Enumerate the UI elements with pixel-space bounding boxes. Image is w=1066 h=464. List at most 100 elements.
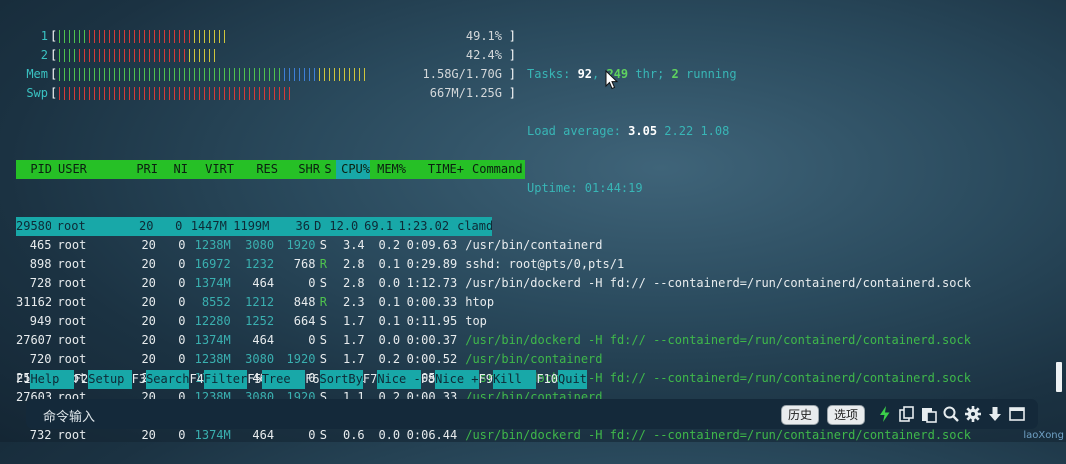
table-row[interactable]: 31162 root 20 0 8552 1212 848 R 2.3 0.1 0:00.33 hto… — [16, 293, 1056, 312]
meters-panel: 1[49.1%] 2[42.4%] Mem[1.58G/1.70G] Swp[667M… — [16, 27, 516, 103]
fkey-key: F6 — [305, 372, 320, 386]
col-shr[interactable]: SHR — [278, 160, 320, 179]
window-icon[interactable] — [1008, 405, 1026, 423]
cell-state: D — [314, 219, 322, 233]
cell-cpu: 12.0 — [329, 219, 359, 233]
cell-pri: 20 — [141, 352, 156, 366]
cell-pid: 27607 — [16, 333, 52, 347]
table-row[interactable]: 465 root 20 0 1238M 3080 1920 S 3.4 0.2 0:09.63/us… — [16, 236, 1056, 255]
meter-bar — [59, 68, 369, 81]
cell-time: 0:29.89 — [406, 257, 458, 271]
cell-time: 0:09.63 — [406, 238, 458, 252]
cell-res: 464 — [252, 276, 275, 290]
cell-res: 1252 — [245, 314, 275, 328]
meter-label: 1 — [40, 29, 48, 43]
col-pid[interactable]: PID — [16, 160, 52, 179]
table-row[interactable]: 949 root 20 0 12280 1252 664 S 1.7 0.1 0:11.95 top — [16, 312, 1056, 331]
table-row[interactable]: 27607 root 20 0 1374M 464 0 S 1.7 0.0 0:00.37/usr/… — [16, 331, 1056, 350]
cell-user: root — [57, 314, 87, 328]
cell-state: S — [319, 352, 327, 366]
cell-user: root — [57, 333, 87, 347]
cell-pri: 20 — [141, 295, 156, 309]
meter-label: Mem — [26, 67, 48, 81]
cell-command: clamd — [457, 219, 492, 233]
options-button[interactable]: 选项 — [827, 405, 866, 425]
fkey-f5[interactable]: F5 Tree — [247, 370, 306, 389]
fkey-f3[interactable]: F3 Search — [132, 370, 190, 389]
meter-label: Swp — [26, 86, 48, 100]
download-icon[interactable] — [986, 405, 1004, 423]
col-time[interactable]: TIME+ — [406, 160, 464, 179]
fkey-f9[interactable]: F9 Kill — [479, 370, 537, 389]
cell-user: root — [57, 276, 87, 290]
fkey-f2[interactable]: F2 Setup — [74, 370, 132, 389]
cell-mem: 0.1 — [378, 314, 401, 328]
table-row[interactable]: 728 root 20 0 1374M 464 0 S 2.8 0.0 1:12.73/usr/bi… — [16, 274, 1056, 293]
col-res[interactable]: RES — [234, 160, 278, 179]
cell-user: root — [56, 219, 86, 233]
cell-command: top — [465, 314, 487, 328]
table-row[interactable]: 720 root 20 0 1238M 3080 1920 S 1.7 0.2 0:00.52/us… — [16, 350, 1056, 369]
cell-virt: 16972 — [194, 257, 231, 271]
col-ni[interactable]: NI — [158, 160, 188, 179]
command-input[interactable]: 命令输入 — [43, 406, 95, 425]
meter-3: Mem[1.58G/1.70G] — [16, 65, 516, 84]
cell-mem: 69.1 — [364, 219, 394, 233]
cell-virt: 1374M — [194, 276, 231, 290]
table-row[interactable]: 29580 root 20 0 1447M 1199M 36 D 12.0 69.1 1:23.02… — [16, 217, 492, 236]
fkey-f1[interactable]: F1 Help — [16, 370, 74, 389]
fkey-label: Help — [30, 370, 74, 389]
col-cpu[interactable]: CPU% — [336, 160, 370, 179]
cell-cpu: 3.4 — [342, 238, 365, 252]
fkey-key: F3 — [131, 372, 147, 386]
col-state[interactable]: S — [320, 160, 336, 179]
cell-res: 1232 — [245, 257, 275, 271]
col-command[interactable]: Command — [464, 160, 525, 179]
cell-virt: 1374M — [194, 333, 231, 347]
fkey-f8[interactable]: F8 Nice + — [421, 370, 479, 389]
meter-segment — [214, 49, 219, 62]
fkey-f10[interactable]: F10 Quit — [536, 370, 587, 389]
col-pri[interactable]: PRI — [130, 160, 158, 179]
col-user[interactable]: USER — [52, 160, 130, 179]
search-icon[interactable] — [942, 405, 960, 423]
gear-icon[interactable] — [964, 405, 982, 423]
fkey-key: F7 — [362, 372, 378, 386]
meter-bar — [59, 87, 294, 100]
cell-mem: 0.2 — [378, 352, 401, 366]
meter-bracket-close: ] — [508, 48, 516, 62]
cell-mem: 0.1 — [378, 257, 401, 271]
cell-virt: 12280 — [194, 314, 231, 328]
fkey-f7[interactable]: F7 Nice - — [363, 370, 421, 389]
meter-bar — [59, 49, 219, 62]
paste-icon[interactable] — [920, 405, 938, 423]
meter-label: 2 — [40, 48, 48, 62]
cell-time: 1:23.02 — [398, 219, 450, 233]
lightning-icon[interactable] — [876, 405, 894, 423]
fkey-f4[interactable]: F4 Filter — [189, 370, 248, 389]
copy-icon[interactable] — [898, 405, 916, 423]
col-mem[interactable]: MEM% — [370, 160, 406, 179]
fkey-label: Filter — [203, 370, 248, 389]
scrollbar-thumb[interactable] — [1056, 362, 1062, 392]
table-header[interactable]: PID USER PRI NI VIRT RES SHR S CPU% MEM%… — [16, 160, 1056, 179]
cell-virt: 1238M — [194, 238, 231, 252]
cell-user: root — [57, 257, 87, 271]
cell-virt: 1238M — [194, 352, 231, 366]
cell-ni: 0 — [175, 219, 183, 233]
table-row[interactable]: 898 root 20 0 16972 1232 768 R 2.8 0.1 0:29.89 sshd… — [16, 255, 1056, 274]
cell-ni: 0 — [178, 257, 186, 271]
fkey-key: F2 — [73, 372, 89, 386]
cell-command: sshd: root@pts/0,pts/1 — [465, 257, 625, 271]
fkey-label: Tree — [261, 370, 306, 389]
fkey-label: Setup — [88, 370, 132, 389]
cell-time: 1:12.73 — [406, 276, 458, 290]
cell-mem: 0.2 — [378, 238, 401, 252]
fkey-key: F10 — [536, 372, 558, 386]
fkey-f6[interactable]: F6 SortBy — [305, 370, 363, 389]
cell-shr: 0 — [308, 276, 316, 290]
cell-state: R — [319, 295, 327, 309]
col-virt[interactable]: VIRT — [188, 160, 234, 179]
cell-cpu: 2.8 — [342, 276, 365, 290]
history-button[interactable]: 历史 — [781, 405, 820, 425]
